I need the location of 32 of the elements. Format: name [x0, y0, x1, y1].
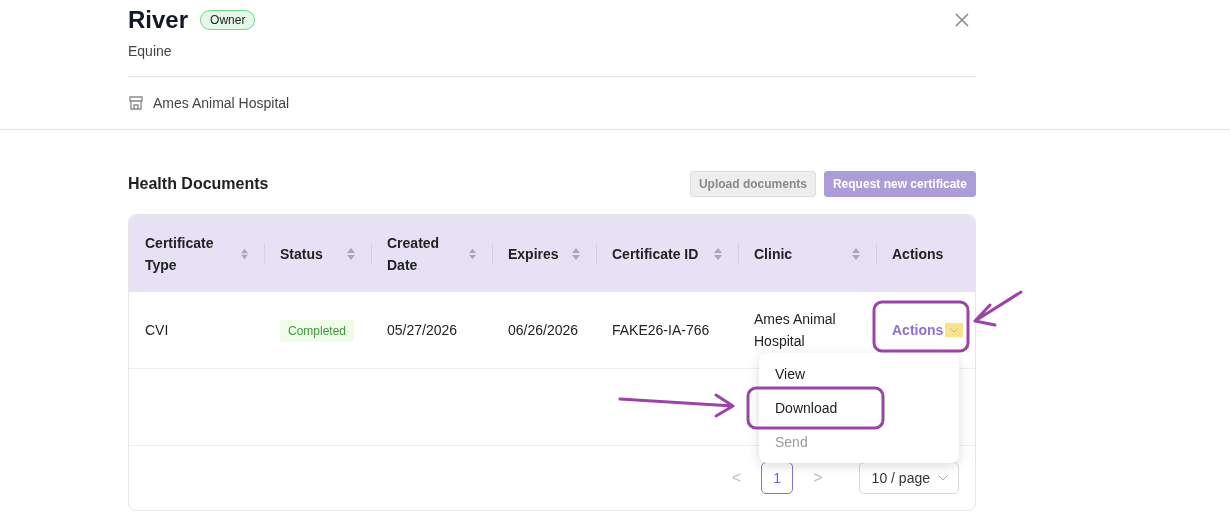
- close-button[interactable]: [954, 12, 970, 28]
- chevron-down-icon: [938, 475, 948, 481]
- table-cell: CVI: [129, 292, 264, 369]
- table-cell: FAKE26-IA-766: [596, 292, 738, 369]
- pet-name: River: [128, 6, 189, 34]
- status-tag: Completed: [280, 320, 355, 342]
- chevron-down-icon: [945, 323, 964, 337]
- column-header[interactable]: Certificate Type: [129, 215, 264, 292]
- sort-icon[interactable]: [852, 246, 860, 261]
- sort-icon[interactable]: [572, 246, 580, 261]
- column-header[interactable]: Certificate ID: [596, 215, 738, 292]
- column-header[interactable]: Clinic: [738, 215, 876, 292]
- clinic-name: Ames Animal Hospital: [153, 95, 290, 111]
- column-header[interactable]: Status: [264, 215, 371, 292]
- actions-dropdown[interactable]: Actions: [892, 322, 964, 338]
- species-text: Equine: [128, 43, 173, 59]
- sort-icon[interactable]: [347, 246, 355, 261]
- column-header[interactable]: Created Date: [371, 215, 492, 292]
- page-button[interactable]: 1: [761, 462, 794, 494]
- table-cell: 05/27/2026: [371, 292, 492, 369]
- sort-icon[interactable]: [468, 246, 476, 261]
- column-header[interactable]: Expires: [492, 215, 596, 292]
- store-icon: [128, 95, 144, 111]
- annotation-arrow: [973, 290, 1023, 327]
- sort-icon[interactable]: [241, 246, 248, 261]
- role-badge: Owner: [200, 10, 256, 30]
- section-title: Health Documents: [128, 175, 269, 193]
- table-cell: 06/26/2026: [492, 292, 596, 369]
- sort-icon[interactable]: [714, 246, 722, 261]
- column-header: Actions: [876, 215, 975, 292]
- menu-item[interactable]: Download: [759, 391, 959, 425]
- page-size-select[interactable]: 10 / page: [858, 462, 959, 494]
